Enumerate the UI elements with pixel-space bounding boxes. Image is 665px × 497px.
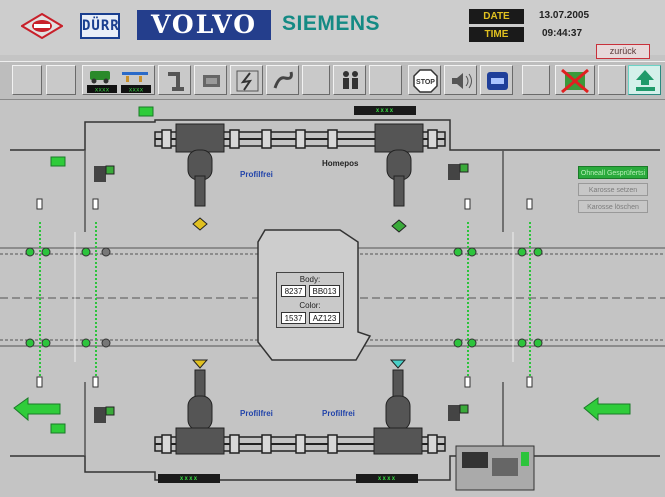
bypass-icon <box>561 68 589 94</box>
counter-bottom-right: xxxx <box>356 474 418 483</box>
back-button[interactable]: zurück <box>596 44 650 59</box>
robot-arm-icon <box>168 72 184 91</box>
operator-icon <box>343 71 358 89</box>
visualization-screen: DÜRR VOLVO SIEMENS DATE 13.07.2005 TIME … <box>0 0 665 497</box>
bypass-button[interactable] <box>555 65 595 95</box>
siemens-logo: SIEMENS <box>282 12 381 35</box>
profil-label-bottom-right: Profilfrei <box>322 409 355 418</box>
stop-button[interactable]: STOP <box>408 65 441 95</box>
date-value: 13.07.2005 <box>539 10 590 21</box>
set-body-button[interactable]: Karosse setzen <box>578 183 648 196</box>
robot-top-right <box>374 123 424 233</box>
toolbar-slot-2[interactable] <box>46 65 76 95</box>
volvo-logo: VOLVO <box>137 10 271 40</box>
toolbar-slot-1[interactable] <box>12 65 42 95</box>
hose-button[interactable] <box>266 65 299 95</box>
counter-top: xxxx <box>354 106 416 115</box>
body-number-field: 8237 <box>281 285 306 297</box>
body-title: Body: <box>299 275 321 284</box>
plant-layout: xxxx xxxx xxxx Profilfrei Homepos Profil… <box>0 102 665 497</box>
arrow-left-icon-2 <box>583 397 631 422</box>
conveyor-icon <box>487 72 508 90</box>
time-label: TIME <box>469 27 524 42</box>
control-cabinet-icon <box>203 75 220 87</box>
toolbar-slot-8[interactable] <box>302 65 330 95</box>
delete-body-button[interactable]: Karosse löschen <box>578 200 648 213</box>
toolbar-slot-10[interactable] <box>369 65 402 95</box>
eisenmann-logo <box>21 13 63 39</box>
toolbar-slot-16[interactable] <box>598 65 626 95</box>
toolbar-slot-14[interactable] <box>522 65 550 95</box>
counter-bottom-left: xxxx <box>158 474 220 483</box>
robot-bottom-left <box>175 359 225 455</box>
electric-button[interactable] <box>230 65 263 95</box>
robot-bottom-right <box>373 359 423 455</box>
lift-icon <box>636 70 655 91</box>
body-code-field: BB013 <box>309 285 340 297</box>
vehicle-status-button[interactable]: xxxx xxxx <box>82 65 155 95</box>
control-cabinet-button[interactable] <box>194 65 227 95</box>
arrow-left-icon <box>13 397 61 422</box>
time-value: 09:44:37 <box>542 28 583 39</box>
color-title: Color: <box>299 301 321 310</box>
horn-button[interactable] <box>444 65 477 95</box>
homepos-label: Homepos <box>322 159 359 168</box>
robot-top-left <box>175 123 225 231</box>
operator-button[interactable] <box>333 65 366 95</box>
durr-logo: DÜRR <box>80 13 120 39</box>
horn-icon <box>452 73 472 89</box>
body-info-panel: Body: 8237 BB013 Color: 1537 AZ123 <box>276 272 344 328</box>
robot-arm-button[interactable] <box>158 65 191 95</box>
date-label: DATE <box>469 9 524 24</box>
header-bar: DÜRR VOLVO SIEMENS DATE 13.07.2005 TIME … <box>0 0 665 55</box>
profil-label-bottom-left: Profilfrei <box>240 409 273 418</box>
color-number-field: 1537 <box>281 312 306 324</box>
stop-icon: STOP <box>413 69 438 93</box>
station-button-1[interactable]: Ohneall Gesprüfertsi <box>578 166 648 179</box>
profil-label-top-left: Profilfrei <box>240 170 273 179</box>
status-field-1: xxxx <box>95 87 110 94</box>
svg-text:STOP: STOP <box>416 79 435 86</box>
control-terminal-icon <box>455 445 535 491</box>
lightning-icon <box>236 70 259 92</box>
vehicle-status-icon: xxxx xxxx <box>87 71 151 94</box>
color-code-field: AZ123 <box>309 312 340 324</box>
hose-icon <box>273 71 293 89</box>
lift-button[interactable] <box>628 65 661 95</box>
toolbar: xxxx xxxx STOP <box>0 61 665 100</box>
status-field-2: xxxx <box>129 87 144 94</box>
conveyor-button[interactable] <box>480 65 513 95</box>
